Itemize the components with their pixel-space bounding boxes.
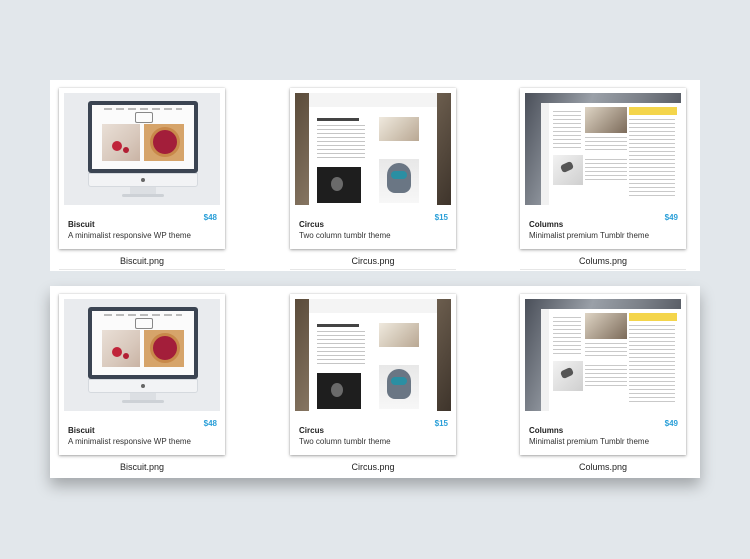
theme-description: A minimalist responsive WP theme	[68, 231, 192, 240]
biscuit-thumbnail[interactable]	[64, 93, 220, 205]
theme-description: Minimalist premium Tumblr theme	[529, 437, 650, 446]
file-name-label: Colums.png	[578, 256, 628, 266]
price-label: $15	[434, 419, 448, 428]
theme-description: Two column tumblr theme	[299, 437, 391, 446]
theme-row-1: $48 Biscuit A minimalist responsive WP t…	[50, 80, 700, 271]
divider	[59, 269, 225, 270]
biscuit-thumbnail[interactable]	[64, 299, 220, 411]
price-label: $48	[203, 213, 217, 222]
theme-title[interactable]: Columns	[529, 426, 563, 435]
theme-title[interactable]: Biscuit	[68, 426, 95, 435]
theme-card-biscuit[interactable]: $48 Biscuit A minimalist responsive WP t…	[59, 88, 225, 249]
theme-row-2: $48 Biscuit A minimalist responsive WP t…	[50, 286, 700, 478]
circus-thumbnail[interactable]	[295, 93, 451, 205]
divider	[520, 269, 686, 270]
theme-card-columns[interactable]: $49 Columns Minimalist premium Tumblr th…	[520, 88, 686, 249]
theme-card-columns[interactable]: $49 Columns Minimalist premium Tumblr th…	[520, 294, 686, 455]
theme-card-circus[interactable]: $15 Circus Two column tumblr theme	[290, 88, 456, 249]
price-label: $48	[203, 419, 217, 428]
file-name-label: Circus.png	[351, 256, 395, 266]
file-name-label: Biscuit.png	[119, 256, 165, 266]
theme-title[interactable]: Columns	[529, 220, 563, 229]
columns-thumbnail[interactable]	[525, 299, 681, 411]
file-name-label: Colums.png	[578, 462, 628, 472]
theme-description: A minimalist responsive WP theme	[68, 437, 192, 446]
theme-title[interactable]: Circus	[299, 426, 324, 435]
file-name-label: Biscuit.png	[119, 462, 165, 472]
file-name-label: Circus.png	[351, 462, 395, 472]
price-label: $15	[434, 213, 448, 222]
theme-description: Two column tumblr theme	[299, 231, 391, 240]
circus-thumbnail[interactable]	[295, 299, 451, 411]
price-label: $49	[664, 419, 678, 428]
theme-title[interactable]: Circus	[299, 220, 324, 229]
theme-card-circus[interactable]: $15 Circus Two column tumblr theme	[290, 294, 456, 455]
theme-title[interactable]: Biscuit	[68, 220, 95, 229]
columns-thumbnail[interactable]	[525, 93, 681, 205]
price-label: $49	[664, 213, 678, 222]
theme-description: Minimalist premium Tumblr theme	[529, 231, 650, 240]
divider	[290, 269, 456, 270]
theme-card-biscuit[interactable]: $48 Biscuit A minimalist responsive WP t…	[59, 294, 225, 455]
